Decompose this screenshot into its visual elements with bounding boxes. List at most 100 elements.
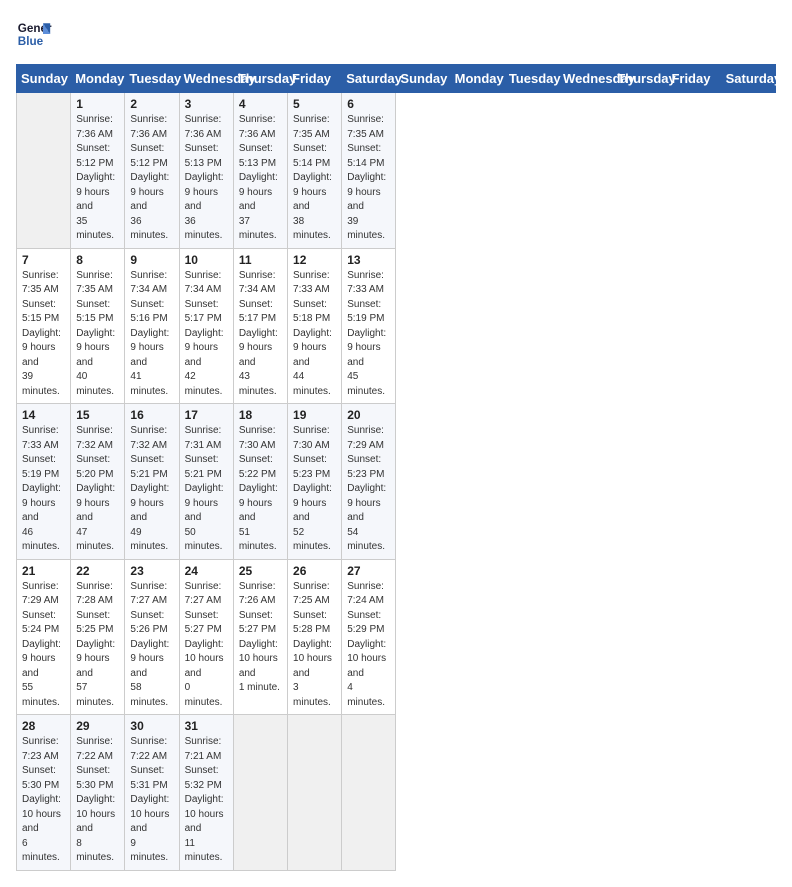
header-wednesday: Wednesday: [559, 65, 613, 93]
day-cell: 15 Sunrise: 7:32 AMSunset: 5:20 PMDayligh…: [71, 404, 125, 560]
header-saturday: Saturday: [342, 65, 396, 93]
day-cell: 30 Sunrise: 7:22 AMSunset: 5:31 PMDayligh…: [125, 715, 179, 871]
day-info: Sunrise: 7:36 AMSunset: 5:12 PMDaylight:…: [76, 113, 119, 244]
day-number: 15: [76, 408, 119, 422]
day-cell: 24 Sunrise: 7:27 AMSunset: 5:27 PMDayligh…: [179, 559, 233, 715]
day-number: 3: [185, 97, 228, 111]
day-cell: 16Sunrise: 7:32 AMSunset: 5:21 PMDayligh…: [125, 404, 179, 560]
week-row-3: 14Sunrise: 7:33 AMSunset: 5:19 PMDayligh…: [17, 404, 776, 560]
day-info: Sunrise: 7:28 AMSunset: 5:25 PMDaylight:…: [76, 580, 119, 711]
header-saturday: Saturday: [721, 65, 775, 93]
day-number: 22: [76, 564, 119, 578]
day-info: Sunrise: 7:34 AMSunset: 5:16 PMDaylight:…: [130, 269, 173, 400]
header-monday: Monday: [71, 65, 125, 93]
day-info: Sunrise: 7:32 AMSunset: 5:21 PMDaylight:…: [130, 424, 173, 555]
day-cell: 9 Sunrise: 7:34 AMSunset: 5:16 PMDaylight…: [125, 248, 179, 404]
logo-icon: General Blue: [16, 16, 52, 52]
day-number: 25: [239, 564, 282, 578]
day-info: Sunrise: 7:21 AMSunset: 5:32 PMDaylight:…: [185, 735, 228, 866]
day-number: 5: [293, 97, 336, 111]
day-info: Sunrise: 7:36 AMSunset: 5:13 PMDaylight:…: [185, 113, 228, 244]
week-row-5: 28 Sunrise: 7:23 AMSunset: 5:30 PMDayligh…: [17, 715, 776, 871]
day-cell: 2Sunrise: 7:36 AMSunset: 5:12 PMDaylight…: [125, 93, 179, 249]
day-number: 17: [185, 408, 228, 422]
day-info: Sunrise: 7:22 AMSunset: 5:30 PMDaylight:…: [76, 735, 119, 866]
header-thursday: Thursday: [613, 65, 667, 93]
day-cell: 21 Sunrise: 7:29 AMSunset: 5:24 PMDayligh…: [17, 559, 71, 715]
day-cell: 3 Sunrise: 7:36 AMSunset: 5:13 PMDaylight…: [179, 93, 233, 249]
header-tuesday: Tuesday: [504, 65, 558, 93]
header-monday: Monday: [450, 65, 504, 93]
day-cell: 8 Sunrise: 7:35 AMSunset: 5:15 PMDaylight…: [71, 248, 125, 404]
day-number: 12: [293, 253, 336, 267]
header-friday: Friday: [288, 65, 342, 93]
day-cell: 20Sunrise: 7:29 AMSunset: 5:23 PMDayligh…: [342, 404, 396, 560]
day-number: 27: [347, 564, 390, 578]
day-info: Sunrise: 7:27 AMSunset: 5:26 PMDaylight:…: [130, 580, 173, 711]
day-number: 24: [185, 564, 228, 578]
day-info: Sunrise: 7:25 AMSunset: 5:28 PMDaylight:…: [293, 580, 336, 711]
logo: General Blue: [16, 16, 56, 52]
day-number: 21: [22, 564, 65, 578]
day-info: Sunrise: 7:32 AMSunset: 5:20 PMDaylight:…: [76, 424, 119, 555]
day-number: 1: [76, 97, 119, 111]
day-cell: 7Sunrise: 7:35 AMSunset: 5:15 PMDaylight…: [17, 248, 71, 404]
svg-text:Blue: Blue: [18, 35, 44, 48]
day-info: Sunrise: 7:35 AMSunset: 5:14 PMDaylight:…: [347, 113, 390, 244]
week-row-2: 7 Sunrise: 7:35 AMSunset: 5:15 PMDaylight…: [17, 248, 776, 404]
day-cell: 11 Sunrise: 7:34 AMSunset: 5:17 PMDayligh…: [233, 248, 287, 404]
header-friday: Friday: [667, 65, 721, 93]
day-cell: 23Sunrise: 7:27 AMSunset: 5:26 PMDayligh…: [125, 559, 179, 715]
day-number: 30: [130, 719, 173, 733]
day-info: Sunrise: 7:29 AMSunset: 5:23 PMDaylight:…: [347, 424, 390, 555]
day-info: Sunrise: 7:34 AMSunset: 5:17 PMDaylight:…: [239, 269, 282, 400]
day-info: Sunrise: 7:26 AMSunset: 5:27 PMDaylight:…: [239, 580, 282, 696]
calendar-table: SundayMondayTuesdayWednesdayThursdayFrid…: [16, 64, 776, 871]
day-cell: [17, 93, 71, 249]
day-cell: 29 Sunrise: 7:22 AMSunset: 5:30 PMDayligh…: [71, 715, 125, 871]
day-info: Sunrise: 7:22 AMSunset: 5:31 PMDaylight:…: [130, 735, 173, 866]
calendar-header-row: SundayMondayTuesdayWednesdayThursdayFrid…: [17, 65, 776, 93]
day-number: 7: [22, 253, 65, 267]
day-cell: 13 Sunrise: 7:33 AMSunset: 5:19 PMDayligh…: [342, 248, 396, 404]
day-info: Sunrise: 7:30 AMSunset: 5:22 PMDaylight:…: [239, 424, 282, 555]
day-info: Sunrise: 7:35 AMSunset: 5:14 PMDaylight:…: [293, 113, 336, 244]
header-sunday: Sunday: [17, 65, 71, 93]
day-cell: 27Sunrise: 7:24 AMSunset: 5:29 PMDayligh…: [342, 559, 396, 715]
day-number: 9: [130, 253, 173, 267]
week-row-4: 21 Sunrise: 7:29 AMSunset: 5:24 PMDayligh…: [17, 559, 776, 715]
day-number: 11: [239, 253, 282, 267]
day-number: 10: [185, 253, 228, 267]
day-number: 14: [22, 408, 65, 422]
day-info: Sunrise: 7:33 AMSunset: 5:19 PMDaylight:…: [347, 269, 390, 400]
day-cell: 25 Sunrise: 7:26 AMSunset: 5:27 PMDayligh…: [233, 559, 287, 715]
day-cell: 19 Sunrise: 7:30 AMSunset: 5:23 PMDayligh…: [288, 404, 342, 560]
day-number: 8: [76, 253, 119, 267]
header-wednesday: Wednesday: [179, 65, 233, 93]
day-info: Sunrise: 7:27 AMSunset: 5:27 PMDaylight:…: [185, 580, 228, 711]
day-info: Sunrise: 7:36 AMSunset: 5:12 PMDaylight:…: [130, 113, 173, 244]
day-number: 26: [293, 564, 336, 578]
day-info: Sunrise: 7:30 AMSunset: 5:23 PMDaylight:…: [293, 424, 336, 555]
day-number: 28: [22, 719, 65, 733]
day-cell: 26 Sunrise: 7:25 AMSunset: 5:28 PMDayligh…: [288, 559, 342, 715]
day-number: 18: [239, 408, 282, 422]
day-info: Sunrise: 7:33 AMSunset: 5:18 PMDaylight:…: [293, 269, 336, 400]
day-cell: 10 Sunrise: 7:34 AMSunset: 5:17 PMDayligh…: [179, 248, 233, 404]
week-row-1: 1 Sunrise: 7:36 AMSunset: 5:12 PMDaylight…: [17, 93, 776, 249]
day-number: 19: [293, 408, 336, 422]
day-info: Sunrise: 7:34 AMSunset: 5:17 PMDaylight:…: [185, 269, 228, 400]
day-number: 4: [239, 97, 282, 111]
day-number: 31: [185, 719, 228, 733]
day-cell: 4Sunrise: 7:36 AMSunset: 5:13 PMDaylight…: [233, 93, 287, 249]
day-info: Sunrise: 7:23 AMSunset: 5:30 PMDaylight:…: [22, 735, 65, 866]
header-thursday: Thursday: [233, 65, 287, 93]
day-info: Sunrise: 7:35 AMSunset: 5:15 PMDaylight:…: [76, 269, 119, 400]
day-cell: 17 Sunrise: 7:31 AMSunset: 5:21 PMDayligh…: [179, 404, 233, 560]
day-cell: 31 Sunrise: 7:21 AMSunset: 5:32 PMDayligh…: [179, 715, 233, 871]
day-cell: [288, 715, 342, 871]
day-number: 13: [347, 253, 390, 267]
day-info: Sunrise: 7:31 AMSunset: 5:21 PMDaylight:…: [185, 424, 228, 555]
day-info: Sunrise: 7:29 AMSunset: 5:24 PMDaylight:…: [22, 580, 65, 711]
day-number: 29: [76, 719, 119, 733]
